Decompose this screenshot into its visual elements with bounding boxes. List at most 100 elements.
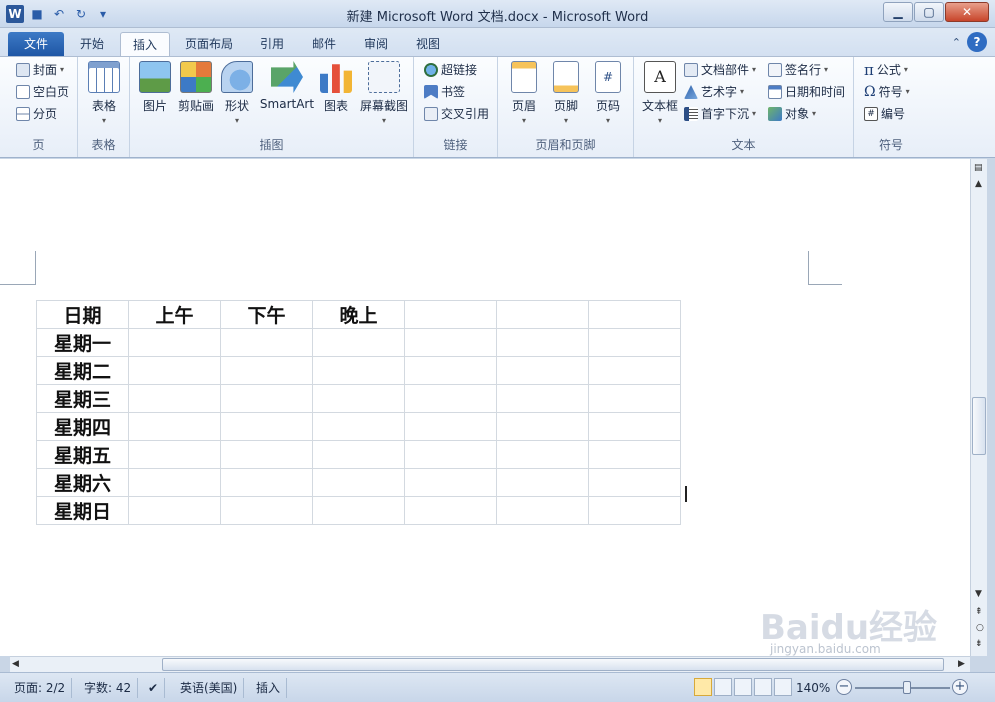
scroll-down-icon[interactable]: ▼ bbox=[975, 589, 982, 599]
horizontal-scroll-thumb[interactable] bbox=[162, 658, 944, 671]
table-cell[interactable] bbox=[312, 356, 405, 385]
zoom-slider-handle[interactable] bbox=[903, 681, 911, 694]
previous-page-icon[interactable]: ⇞ bbox=[975, 607, 983, 617]
table-cell[interactable] bbox=[496, 384, 589, 413]
date-time-button[interactable]: 日期和时间 bbox=[768, 82, 845, 102]
table-cell[interactable] bbox=[220, 328, 313, 357]
zoom-out-icon[interactable]: − bbox=[836, 679, 852, 695]
picture-button[interactable]: 图片 bbox=[138, 61, 172, 114]
page-number-button[interactable]: # 页码 ▾ bbox=[588, 61, 628, 125]
tab-page-layout[interactable]: 页面布局 bbox=[176, 32, 242, 56]
header-button[interactable]: 页眉 ▾ bbox=[504, 61, 544, 125]
scroll-up-icon[interactable]: ▲ bbox=[975, 179, 982, 189]
table-cell[interactable] bbox=[404, 356, 497, 385]
schedule-table[interactable]: 日期 上午 下午 晚上 星期一 星期二 星期三 星期四 星期五 星期六 星期日 bbox=[36, 300, 681, 525]
table-cell[interactable] bbox=[220, 412, 313, 441]
blank-page-button[interactable]: 空白页 bbox=[16, 82, 69, 102]
table-cell[interactable] bbox=[404, 412, 497, 441]
quick-parts-button[interactable]: 文档部件 ▾ bbox=[684, 60, 756, 80]
tab-references[interactable]: 引用 bbox=[250, 32, 294, 56]
table-cell[interactable] bbox=[588, 440, 681, 469]
table-cell[interactable] bbox=[312, 468, 405, 497]
table-cell[interactable]: 星期四 bbox=[36, 412, 129, 441]
print-layout-view-icon[interactable] bbox=[694, 678, 712, 696]
table-cell[interactable] bbox=[128, 496, 221, 525]
tab-home[interactable]: 开始 bbox=[68, 32, 116, 56]
zoom-level[interactable]: 140% bbox=[796, 678, 830, 698]
footer-button[interactable]: 页脚 ▾ bbox=[546, 61, 586, 125]
table-cell[interactable] bbox=[220, 468, 313, 497]
table-cell[interactable]: 上午 bbox=[128, 300, 221, 329]
table-cell[interactable] bbox=[404, 496, 497, 525]
number-button[interactable]: # 编号 bbox=[864, 104, 905, 124]
scroll-right-icon[interactable]: ▶ bbox=[958, 659, 965, 669]
table-cell[interactable] bbox=[404, 440, 497, 469]
table-cell[interactable] bbox=[312, 412, 405, 441]
tab-view[interactable]: 视图 bbox=[406, 32, 450, 56]
word-count[interactable]: 字数: 42 bbox=[78, 678, 139, 698]
table-cell[interactable] bbox=[220, 440, 313, 469]
table-cell[interactable] bbox=[128, 384, 221, 413]
tab-mailings[interactable]: 邮件 bbox=[302, 32, 346, 56]
table-cell[interactable] bbox=[220, 356, 313, 385]
zoom-in-icon[interactable]: + bbox=[952, 679, 968, 695]
vertical-scrollbar[interactable]: ▤ ▲ ▼ ⇞ ○ ⇟ bbox=[970, 159, 987, 656]
table-cell[interactable] bbox=[312, 384, 405, 413]
table-cell[interactable]: 日期 bbox=[36, 300, 129, 329]
table-cell[interactable] bbox=[404, 468, 497, 497]
smartart-button[interactable]: SmartArt bbox=[258, 61, 316, 111]
table-cell[interactable] bbox=[312, 496, 405, 525]
hyperlink-button[interactable]: 超链接 bbox=[424, 60, 477, 80]
cover-page-button[interactable]: 封面 ▾ bbox=[16, 60, 64, 80]
table-cell[interactable] bbox=[312, 328, 405, 357]
table-cell[interactable] bbox=[588, 412, 681, 441]
table-cell[interactable] bbox=[496, 328, 589, 357]
proofing-icon[interactable]: ✔ bbox=[142, 678, 166, 698]
tab-insert[interactable]: 插入 bbox=[120, 32, 170, 56]
insert-mode-indicator[interactable]: 插入 bbox=[250, 678, 288, 698]
minimize-button[interactable]: ▁ bbox=[883, 2, 913, 22]
table-cell[interactable] bbox=[588, 300, 681, 329]
tab-review[interactable]: 审阅 bbox=[354, 32, 398, 56]
table-cell[interactable] bbox=[128, 440, 221, 469]
scroll-left-icon[interactable]: ◀ bbox=[12, 659, 19, 669]
full-screen-reading-icon[interactable] bbox=[714, 678, 732, 696]
table-button[interactable]: 表格 ▾ bbox=[86, 61, 122, 125]
table-cell[interactable] bbox=[404, 300, 497, 329]
table-cell[interactable] bbox=[128, 356, 221, 385]
close-button[interactable]: ✕ bbox=[945, 2, 989, 22]
table-cell[interactable] bbox=[496, 300, 589, 329]
drop-cap-button[interactable]: 首字下沉 ▾ bbox=[684, 104, 756, 124]
table-cell[interactable]: 下午 bbox=[220, 300, 313, 329]
symbol-button[interactable]: Ω 符号 ▾ bbox=[864, 82, 910, 102]
help-icon[interactable]: ? bbox=[967, 32, 987, 52]
cross-reference-button[interactable]: 交叉引用 bbox=[424, 104, 489, 124]
table-cell[interactable] bbox=[496, 412, 589, 441]
table-cell[interactable] bbox=[128, 468, 221, 497]
equation-button[interactable]: π 公式 ▾ bbox=[864, 60, 908, 80]
table-cell[interactable] bbox=[588, 384, 681, 413]
table-cell[interactable] bbox=[588, 356, 681, 385]
screenshot-button[interactable]: 屏幕截图 ▾ bbox=[356, 61, 412, 125]
table-cell[interactable] bbox=[128, 412, 221, 441]
text-box-button[interactable]: A 文本框 ▾ bbox=[638, 61, 682, 125]
chart-button[interactable]: 图表 bbox=[318, 61, 354, 114]
page-break-button[interactable]: 分页 bbox=[16, 104, 57, 124]
table-cell[interactable] bbox=[588, 468, 681, 497]
table-cell[interactable] bbox=[404, 328, 497, 357]
table-cell[interactable] bbox=[220, 496, 313, 525]
table-cell[interactable] bbox=[312, 440, 405, 469]
wordart-button[interactable]: 艺术字 ▾ bbox=[684, 82, 744, 102]
table-cell[interactable] bbox=[496, 440, 589, 469]
signature-line-button[interactable]: 签名行 ▾ bbox=[768, 60, 828, 80]
table-cell[interactable] bbox=[220, 384, 313, 413]
page-count[interactable]: 页面: 2/2 bbox=[8, 678, 73, 698]
maximize-button[interactable]: ▢ bbox=[914, 2, 944, 22]
table-cell[interactable]: 星期六 bbox=[36, 468, 129, 497]
web-layout-icon[interactable] bbox=[734, 678, 752, 696]
clip-art-button[interactable]: 剪贴画 bbox=[176, 61, 216, 114]
object-button[interactable]: 对象 ▾ bbox=[768, 104, 816, 124]
table-cell[interactable]: 星期五 bbox=[36, 440, 129, 469]
table-cell[interactable]: 晚上 bbox=[312, 300, 405, 329]
tab-file[interactable]: 文件 bbox=[8, 32, 64, 56]
